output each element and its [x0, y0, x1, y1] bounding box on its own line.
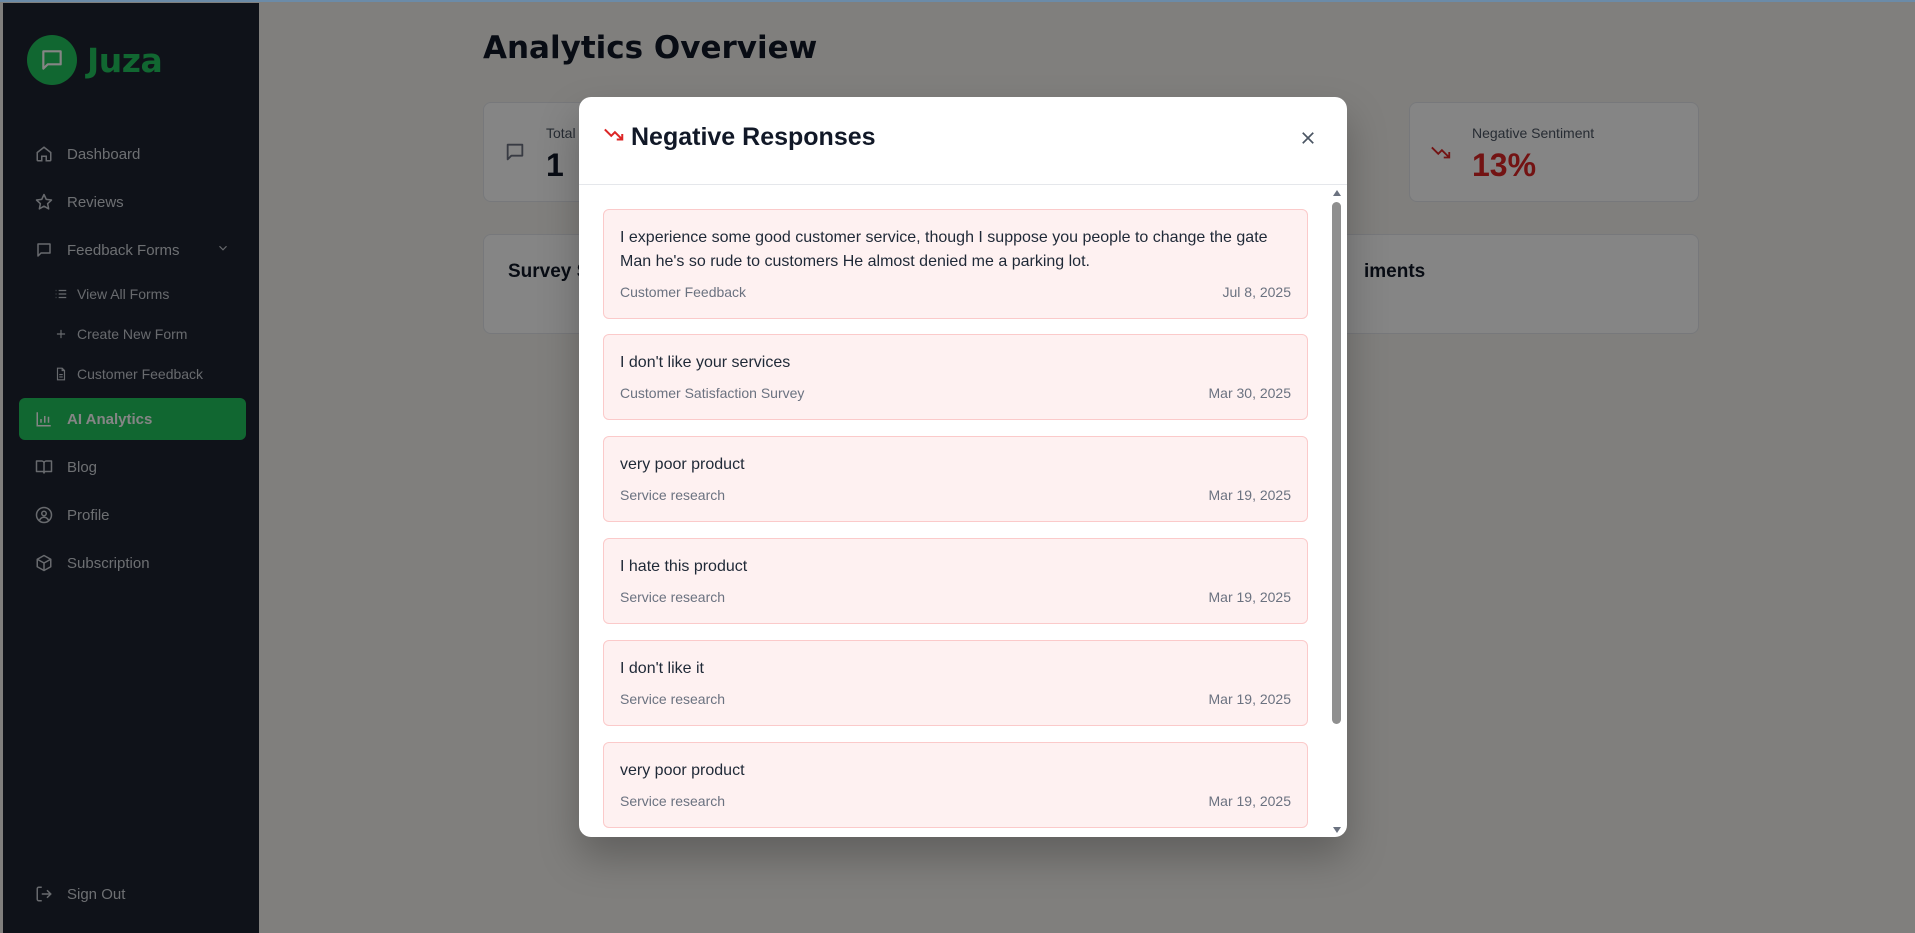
response-form: Service research: [620, 487, 726, 503]
response-text: very poor product: [620, 762, 745, 779]
response-meta: Customer Satisfaction Survey Mar 30, 202…: [620, 385, 1291, 401]
scrollbar-thumb[interactable]: [1332, 202, 1341, 724]
close-button[interactable]: [1295, 127, 1321, 153]
response-meta: Service research Mar 19, 2025: [620, 589, 1291, 605]
response-text: very poor product: [620, 456, 745, 473]
modal-body[interactable]: I experience some good customer service,…: [579, 186, 1347, 837]
response-text: I don't like it: [620, 660, 704, 677]
response-date: Mar 19, 2025: [1208, 589, 1292, 605]
response-form: Service research: [620, 691, 726, 707]
modal-title: Negative Responses: [603, 123, 876, 152]
negative-responses-modal: Negative Responses I experience some goo…: [579, 97, 1347, 837]
response-date: Mar 19, 2025: [1208, 793, 1292, 809]
trending-down-icon: [603, 123, 625, 152]
response-form: Customer Feedback: [620, 284, 747, 300]
response-meta: Customer Feedback Jul 8, 2025: [620, 284, 1291, 300]
response-card: I don't like it Service research Mar 19,…: [603, 640, 1308, 726]
response-meta: Service research Mar 19, 2025: [620, 487, 1291, 503]
response-meta: Service research Mar 19, 2025: [620, 691, 1291, 707]
scrollbar[interactable]: [1331, 186, 1343, 837]
response-card: I don't like your services Customer Sati…: [603, 334, 1308, 420]
response-form: Service research: [620, 589, 726, 605]
response-card: very poor product Service research Mar 1…: [603, 742, 1308, 828]
response-text: I hate this product: [620, 558, 748, 575]
app-root: Juza Dashboard Reviews Feedback Forms Vi…: [0, 0, 1915, 933]
response-date: Mar 30, 2025: [1208, 385, 1292, 401]
response-form: Service research: [620, 793, 726, 809]
response-meta: Service research Mar 19, 2025: [620, 793, 1291, 809]
top-border: [0, 0, 1915, 2]
scroll-down-arrow-icon[interactable]: [1333, 827, 1341, 833]
response-card: very poor product Service research Mar 1…: [603, 436, 1308, 522]
response-card: I hate this product Service research Mar…: [603, 538, 1308, 624]
modal-header: Negative Responses: [579, 97, 1347, 185]
response-date: Mar 19, 2025: [1208, 487, 1292, 503]
close-icon: [1299, 129, 1317, 152]
response-date: Jul 8, 2025: [1222, 284, 1292, 300]
response-card: I experience some good customer service,…: [603, 209, 1308, 319]
response-text: I don't like your services: [620, 354, 791, 371]
response-date: Mar 19, 2025: [1208, 691, 1292, 707]
response-text: I experience some good customer service,…: [620, 229, 1268, 270]
scroll-up-arrow-icon[interactable]: [1333, 190, 1341, 196]
modal-title-text: Negative Responses: [631, 123, 876, 151]
response-form: Customer Satisfaction Survey: [620, 385, 805, 401]
